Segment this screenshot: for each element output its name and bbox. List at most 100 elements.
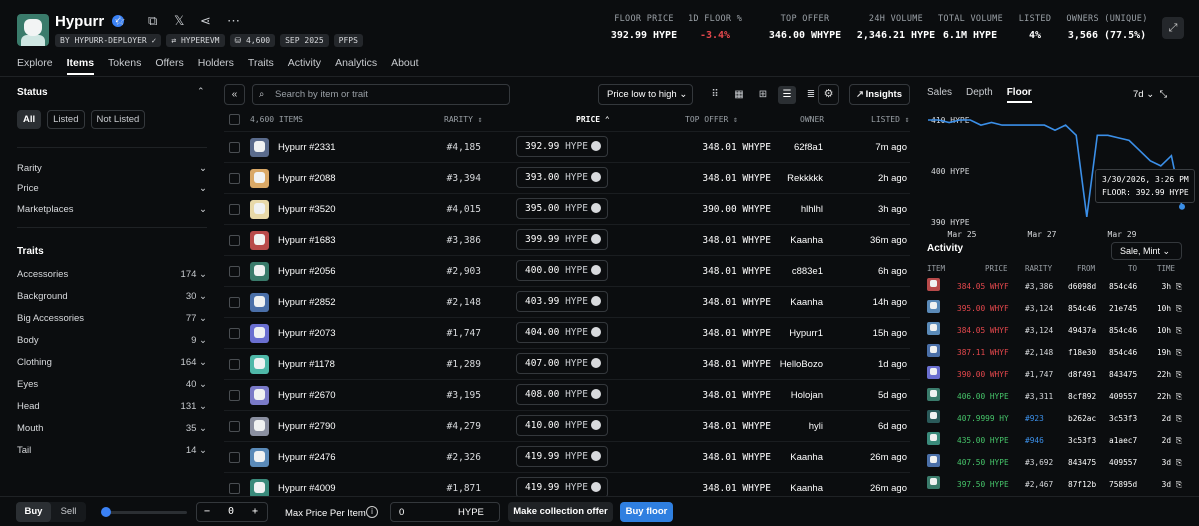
item-name[interactable]: Hypurr #2790 bbox=[278, 421, 336, 432]
tab-analytics[interactable]: Analytics bbox=[335, 57, 377, 75]
row-checkbox[interactable] bbox=[229, 421, 240, 432]
activity-row[interactable]: 407.9999 HY #923 b262ac 3c53f3 2d ⎘ bbox=[927, 408, 1182, 430]
table-row[interactable]: Hypurr #2331 #4,185 392.99 HYPE 348.01 WHYP… bbox=[224, 131, 910, 162]
tab-items[interactable]: Items bbox=[66, 57, 95, 75]
buy-price-button[interactable]: 393.00 HYPE bbox=[516, 167, 608, 188]
activity-thumbnail[interactable] bbox=[927, 322, 940, 335]
activity-filter-select[interactable]: Sale, Mint ⌄ bbox=[1111, 242, 1182, 260]
status-not-listed-button[interactable]: Not Listed bbox=[90, 110, 146, 129]
col-rarity[interactable]: RARITY ⇕ bbox=[444, 115, 483, 124]
item-name[interactable]: Hypurr #3520 bbox=[278, 204, 336, 215]
activity-row[interactable]: 397.50 HYPE #2,467 87f12b 75895d 3d ⎘ bbox=[927, 474, 1182, 496]
row-checkbox[interactable] bbox=[229, 359, 240, 370]
filter-price[interactable]: Price ⌄ bbox=[17, 183, 207, 194]
tab-holders[interactable]: Holders bbox=[198, 57, 234, 75]
item-thumbnail[interactable] bbox=[250, 262, 269, 281]
activity-to[interactable]: 409557 bbox=[1109, 458, 1137, 467]
filter-marketplaces[interactable]: Marketplaces ⌄ bbox=[17, 204, 207, 215]
chevron-up-icon[interactable]: ⌃ bbox=[197, 86, 205, 97]
item-owner[interactable]: HelloBozo bbox=[744, 359, 823, 370]
slider-handle[interactable] bbox=[101, 507, 111, 517]
tab-activity[interactable]: Activity bbox=[288, 57, 321, 75]
list-view-icon[interactable]: ☰ bbox=[778, 86, 796, 104]
item-thumbnail[interactable] bbox=[250, 231, 269, 250]
buy-price-button[interactable]: 419.99 HYPE bbox=[516, 477, 608, 498]
activity-from[interactable]: b262ac bbox=[1068, 414, 1096, 423]
item-thumbnail[interactable] bbox=[250, 355, 269, 374]
table-row[interactable]: Hypurr #1683 #3,386 399.99 HYPE 348.01 WHYP… bbox=[224, 224, 910, 255]
item-thumbnail[interactable] bbox=[250, 138, 269, 157]
activity-from[interactable]: 854c46 bbox=[1068, 304, 1096, 313]
item-owner[interactable]: Kaanha bbox=[744, 235, 823, 246]
table-row[interactable]: Hypurr #2073 #1,747 404.00 HYPE 348.01 WHYP… bbox=[224, 317, 910, 348]
item-thumbnail[interactable] bbox=[250, 324, 269, 343]
activity-thumbnail[interactable] bbox=[927, 344, 940, 357]
tab-floor[interactable]: Floor bbox=[1006, 87, 1032, 103]
trait-tail[interactable]: Tail 14 ⌄ bbox=[17, 445, 207, 456]
item-name[interactable]: Hypurr #2852 bbox=[278, 297, 336, 308]
activity-to[interactable]: 3c53f3 bbox=[1109, 414, 1137, 423]
activity-to[interactable]: a1aec7 bbox=[1109, 436, 1137, 445]
tab-explore[interactable]: Explore bbox=[17, 57, 53, 75]
item-thumbnail[interactable] bbox=[250, 386, 269, 405]
trait-head[interactable]: Head 131 ⌄ bbox=[17, 401, 207, 412]
floor-point[interactable] bbox=[1179, 203, 1185, 210]
minus-icon[interactable]: − bbox=[204, 506, 210, 517]
buy-price-button[interactable]: 404.00 HYPE bbox=[516, 322, 608, 343]
table-row[interactable]: Hypurr #3520 #4,015 395.00 HYPE 390.00 WHYP… bbox=[224, 193, 910, 224]
activity-thumbnail[interactable] bbox=[927, 432, 940, 445]
plus-icon[interactable]: + bbox=[252, 506, 258, 517]
row-checkbox[interactable] bbox=[229, 328, 240, 339]
insights-button[interactable]: ↗ Insights bbox=[849, 84, 910, 105]
activity-from[interactable]: 49437a bbox=[1068, 326, 1096, 335]
activity-row[interactable]: 384.05 WHYF #3,124 49437a 854c46 10h ⎘ bbox=[927, 320, 1182, 342]
sweep-slider[interactable] bbox=[101, 507, 187, 517]
col-price[interactable]: PRICE ⌃ bbox=[576, 115, 610, 124]
collapse-sidebar-icon[interactable]: « bbox=[224, 84, 245, 105]
x-social-icon[interactable]: 𝕏 bbox=[174, 13, 184, 29]
activity-thumbnail[interactable] bbox=[927, 388, 940, 401]
trait-eyes[interactable]: Eyes 40 ⌄ bbox=[17, 379, 207, 390]
trait-body[interactable]: Body 9 ⌄ bbox=[17, 335, 207, 346]
activity-to[interactable]: 843475 bbox=[1109, 370, 1137, 379]
table-row[interactable]: Hypurr #1178 #1,289 407.00 HYPE 348.01 WHYP… bbox=[224, 348, 910, 379]
item-thumbnail[interactable] bbox=[250, 169, 269, 188]
filter-rarity[interactable]: Rarity ⌄ bbox=[17, 163, 207, 174]
status-listed-button[interactable]: Listed bbox=[47, 110, 85, 129]
table-row[interactable]: Hypurr #2790 #4,279 410.00 HYPE 348.01 WHYP… bbox=[224, 410, 910, 441]
activity-to[interactable]: 21e745 bbox=[1109, 304, 1137, 313]
activity-row[interactable]: 390.00 WHYF #1,747 d8f491 843475 22h ⎘ bbox=[927, 364, 1182, 386]
activity-to[interactable]: 854c46 bbox=[1109, 282, 1137, 291]
info-icon[interactable]: i bbox=[366, 506, 378, 518]
trait-accessories[interactable]: Accessories 174 ⌄ bbox=[17, 269, 207, 280]
activity-thumbnail[interactable] bbox=[927, 278, 940, 291]
buy-price-button[interactable]: 419.99 HYPE bbox=[516, 446, 608, 467]
make-collection-offer-button[interactable]: Make collection offer bbox=[508, 502, 613, 522]
trait-mouth[interactable]: Mouth 35 ⌄ bbox=[17, 423, 207, 434]
item-owner[interactable]: Kaanha bbox=[744, 297, 823, 308]
item-owner[interactable]: c883e1 bbox=[744, 266, 823, 277]
tab-depth[interactable]: Depth bbox=[966, 87, 993, 103]
activity-row[interactable]: 406.00 HYPE #3,311 8cf892 409557 22h ⎘ bbox=[927, 386, 1182, 408]
activity-from[interactable]: d8f491 bbox=[1068, 370, 1096, 379]
sort-select[interactable]: Price low to high ⌄ bbox=[598, 84, 693, 105]
row-checkbox[interactable] bbox=[229, 173, 240, 184]
col-top-offer[interactable]: TOP OFFER ⇕ bbox=[685, 115, 738, 124]
tab-about[interactable]: About bbox=[391, 57, 418, 75]
buy-price-button[interactable]: 399.99 HYPE bbox=[516, 229, 608, 250]
status-heading[interactable]: Status bbox=[17, 87, 48, 98]
tab-offers[interactable]: Offers bbox=[155, 57, 183, 75]
item-owner[interactable]: Rekkkkk bbox=[744, 173, 823, 184]
activity-row[interactable]: 407.50 HYPE #3,692 843475 409557 3d ⎘ bbox=[927, 452, 1182, 474]
search-input[interactable]: ⌕ Search by item or trait bbox=[252, 84, 510, 105]
table-row[interactable]: Hypurr #2088 #3,394 393.00 HYPE 348.01 WHYP… bbox=[224, 162, 910, 193]
item-owner[interactable]: hlhlhl bbox=[744, 204, 823, 215]
item-name[interactable]: Hypurr #1178 bbox=[278, 359, 335, 370]
row-checkbox[interactable] bbox=[229, 483, 240, 494]
buy-price-button[interactable]: 403.99 HYPE bbox=[516, 291, 608, 312]
activity-thumbnail[interactable] bbox=[927, 300, 940, 313]
item-thumbnail[interactable] bbox=[250, 417, 269, 436]
item-name[interactable]: Hypurr #2476 bbox=[278, 452, 336, 463]
expand-icon[interactable]: ⤢ bbox=[1162, 17, 1184, 39]
activity-thumbnail[interactable] bbox=[927, 454, 940, 467]
